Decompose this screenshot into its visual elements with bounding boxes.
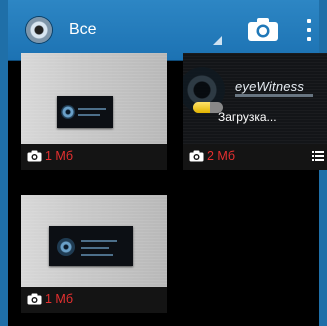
app-bar: Все [8, 0, 319, 61]
gallery-item[interactable]: 1 Мб [21, 53, 167, 170]
item-footer: 1 Мб [21, 287, 167, 313]
photo-thumbnail [21, 53, 167, 144]
item-footer: 2 Мб [183, 144, 327, 170]
file-size: 1 Мб [45, 292, 73, 306]
photo-thumbnail: eyeWitness Загрузка... [183, 53, 327, 144]
gallery-item[interactable]: eyeWitness Загрузка... 2 Мб [183, 53, 327, 170]
dropdown-caret-icon[interactable] [213, 36, 222, 45]
gallery-grid: 1 Мб eyeWitness Загрузка... 2 Мб 1 Мб [8, 53, 327, 326]
camera-button[interactable] [247, 17, 279, 42]
camera-icon [27, 150, 42, 162]
file-size: 1 Мб [45, 149, 73, 163]
camera-icon [189, 150, 204, 162]
left-bezel [0, 0, 8, 326]
loading-label: Загрузка... [218, 110, 277, 124]
file-size: 2 Мб [207, 149, 235, 163]
gallery-item[interactable]: 1 Мб [21, 195, 167, 313]
camera-icon [27, 293, 42, 305]
loading-overlay [183, 53, 327, 144]
item-footer: 1 Мб [21, 144, 167, 170]
app-logo-icon[interactable] [26, 17, 52, 43]
overflow-menu-button[interactable] [305, 19, 313, 41]
album-title[interactable]: Все [69, 21, 97, 39]
brand-label: eyeWitness [235, 79, 305, 94]
list-icon[interactable] [312, 151, 324, 161]
camera-icon [248, 18, 278, 41]
photo-thumbnail [21, 195, 167, 287]
